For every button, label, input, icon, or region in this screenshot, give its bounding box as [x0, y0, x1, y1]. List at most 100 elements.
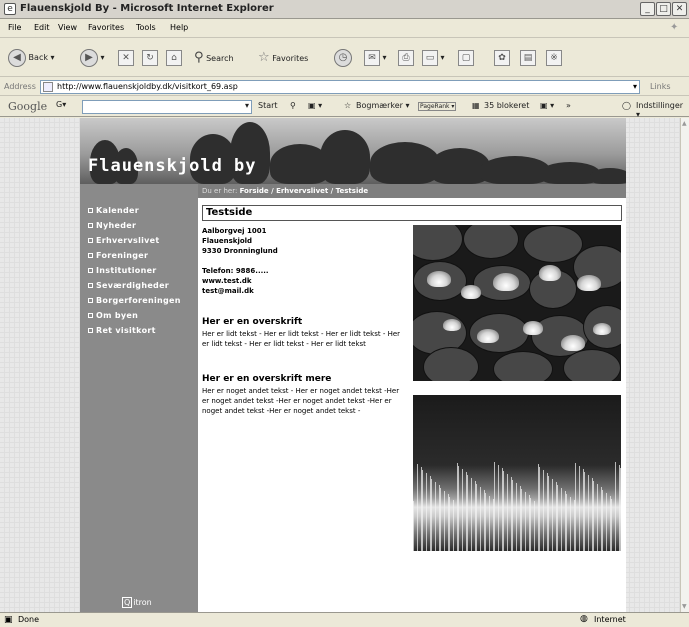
discuss-button[interactable]: ▢	[458, 48, 474, 68]
nav-item-nyheder[interactable]: Nyheder	[88, 221, 136, 230]
google-search-input[interactable]: ▾	[82, 100, 252, 114]
google-toolbar: Google G▾ ▾ Start ⚲ ▣ ▾ ☆ Bogmærker ▾ Pa…	[0, 97, 689, 119]
history-button[interactable]: ◷	[334, 48, 352, 68]
lily-flower	[539, 265, 561, 281]
grass-stalk	[471, 478, 472, 551]
lily-flower	[577, 275, 601, 291]
email-link[interactable]: test@mail.dk	[202, 286, 402, 296]
minimize-button[interactable]: _	[640, 2, 655, 16]
address-dropdown-icon[interactable]: ▾	[633, 81, 637, 93]
more-chevron-icon[interactable]: »	[566, 101, 571, 110]
breadcrumb-prefix: Du er her:	[202, 187, 238, 195]
pagerank-button[interactable]: PageRank ▾	[418, 102, 457, 111]
google-search-site-icon[interactable]: ⚲	[290, 101, 296, 110]
grass-stalk	[566, 494, 567, 551]
bullet-icon	[88, 283, 93, 288]
menu-edit[interactable]: Edit	[34, 23, 50, 32]
menu-help[interactable]: Help	[170, 23, 188, 32]
site-header: Flauenskjold by	[80, 118, 626, 184]
settings-button[interactable]: Indstillinger ▾	[636, 101, 689, 119]
bullet-icon	[88, 328, 93, 333]
grass-stalk	[588, 475, 589, 551]
menu-file[interactable]: File	[8, 23, 21, 32]
home-icon: ⌂	[166, 49, 182, 66]
links-label[interactable]: Links	[650, 82, 671, 91]
address-line: Aalborgvej 1001	[202, 227, 267, 235]
bookmarks-button[interactable]: Bogmærker ▾	[356, 101, 410, 110]
messenger-button[interactable]: ✿	[494, 48, 510, 68]
grass-stalk	[462, 469, 463, 551]
nav-item-om-byen[interactable]: Om byen	[88, 311, 138, 320]
refresh-button[interactable]: ↻	[142, 48, 158, 68]
search-label: Search	[206, 54, 234, 63]
google-menu-button[interactable]: G▾	[56, 100, 66, 109]
edit-page-icon: ▭	[422, 49, 438, 66]
search-button[interactable]: ⚲ Search	[194, 48, 234, 68]
grass-stalk	[480, 487, 481, 551]
autofill-button[interactable]: ▣ ▾	[540, 101, 554, 110]
maximize-button[interactable]: □	[656, 2, 671, 16]
forward-button[interactable]: ▶ ▾	[80, 48, 105, 68]
back-button[interactable]: ◀ Back ▾	[8, 48, 55, 68]
printer-icon: ⎙	[398, 49, 414, 66]
grass-stalk	[521, 489, 522, 551]
bullet-icon	[88, 298, 93, 303]
address-label: Address	[4, 82, 36, 91]
grass-stalk	[593, 481, 594, 551]
nav-label: Kalender	[96, 206, 139, 215]
nav-item-borgerforeningen[interactable]: Borgerforeningen	[88, 296, 181, 305]
mail-button[interactable]: ✉ ▾	[364, 48, 387, 68]
website-link[interactable]: www.test.dk	[202, 276, 402, 286]
nav-item-erhvervslivet[interactable]: Erhvervslivet	[88, 236, 160, 245]
logo-mark: Q	[122, 597, 133, 608]
ie-logo-icon: e	[4, 3, 16, 15]
tree-silhouette	[320, 130, 370, 184]
mail-icon: ✉	[364, 49, 380, 66]
google-start-button[interactable]: Start	[258, 101, 278, 110]
settings-circle-icon: ◯	[622, 101, 631, 110]
nav-item-institutioner[interactable]: Institutioner	[88, 266, 157, 275]
star-icon: ☆	[258, 50, 270, 65]
grass-stalk	[512, 480, 513, 551]
links-toolbar-button[interactable]: ※	[546, 48, 562, 68]
search-dropdown-icon[interactable]: ▾	[245, 101, 249, 110]
edit-button[interactable]: ▭ ▾	[422, 48, 445, 68]
nav-label: Institutioner	[96, 266, 157, 275]
favorites-button[interactable]: ☆ Favorites	[258, 48, 308, 68]
breadcrumb: Du er her: Forside / Erhvervslivet / Tes…	[198, 184, 626, 198]
site-title: Flauenskjold by	[88, 156, 257, 176]
nav-item-ret-visitkort[interactable]: Ret visitkort	[88, 326, 156, 335]
scroll-up-icon[interactable]: ▲	[682, 120, 687, 127]
menu-view[interactable]: View	[58, 23, 77, 32]
bullet-icon	[88, 313, 93, 318]
menu-favorites[interactable]: Favorites	[88, 23, 124, 32]
lily-flower	[523, 321, 543, 335]
google-news-icon[interactable]: ▣ ▾	[308, 101, 322, 110]
grass-stalk	[606, 493, 607, 551]
stop-button[interactable]: ✕	[118, 48, 134, 68]
qitron-logo[interactable]: Qitron	[122, 597, 152, 608]
grass-stalk	[431, 479, 432, 551]
close-button[interactable]: ✕	[672, 2, 687, 16]
research-button[interactable]: ▤	[520, 48, 536, 68]
back-arrow-icon: ◀	[8, 48, 26, 67]
nav-item-foreninger[interactable]: Foreninger	[88, 251, 148, 260]
popup-blocked-count[interactable]: 35 blokeret	[484, 101, 529, 110]
breadcrumb-path[interactable]: Forside / Erhvervslivet / Testside	[240, 187, 369, 195]
tree-silhouette	[480, 156, 550, 184]
grass-stalk	[557, 485, 558, 551]
home-button[interactable]: ⌂	[166, 48, 182, 68]
address-bar: Address http://www.flauenskjoldby.dk/vis…	[0, 78, 689, 96]
window-titlebar: e Flauenskjold By - Microsoft Internet E…	[0, 0, 689, 19]
nav-item-sevaerdigheder[interactable]: Seværdigheder	[88, 281, 169, 290]
scroll-down-icon[interactable]: ▼	[682, 603, 687, 610]
vertical-scrollbar[interactable]: ▲ ▼	[680, 118, 689, 612]
internet-zone-icon: ◍	[580, 614, 588, 624]
print-button[interactable]: ⎙	[398, 48, 414, 68]
nav-item-kalender[interactable]: Kalender	[88, 206, 139, 215]
address-input[interactable]: http://www.flauenskjoldby.dk/visitkort_6…	[40, 80, 640, 94]
menu-tools[interactable]: Tools	[136, 23, 156, 32]
sidebar-nav: Kalender Nyheder Erhvervslivet Foreninge…	[80, 184, 198, 612]
grass-stalk	[570, 497, 571, 551]
address-url: http://www.flauenskjoldby.dk/visitkort_6…	[57, 82, 238, 91]
